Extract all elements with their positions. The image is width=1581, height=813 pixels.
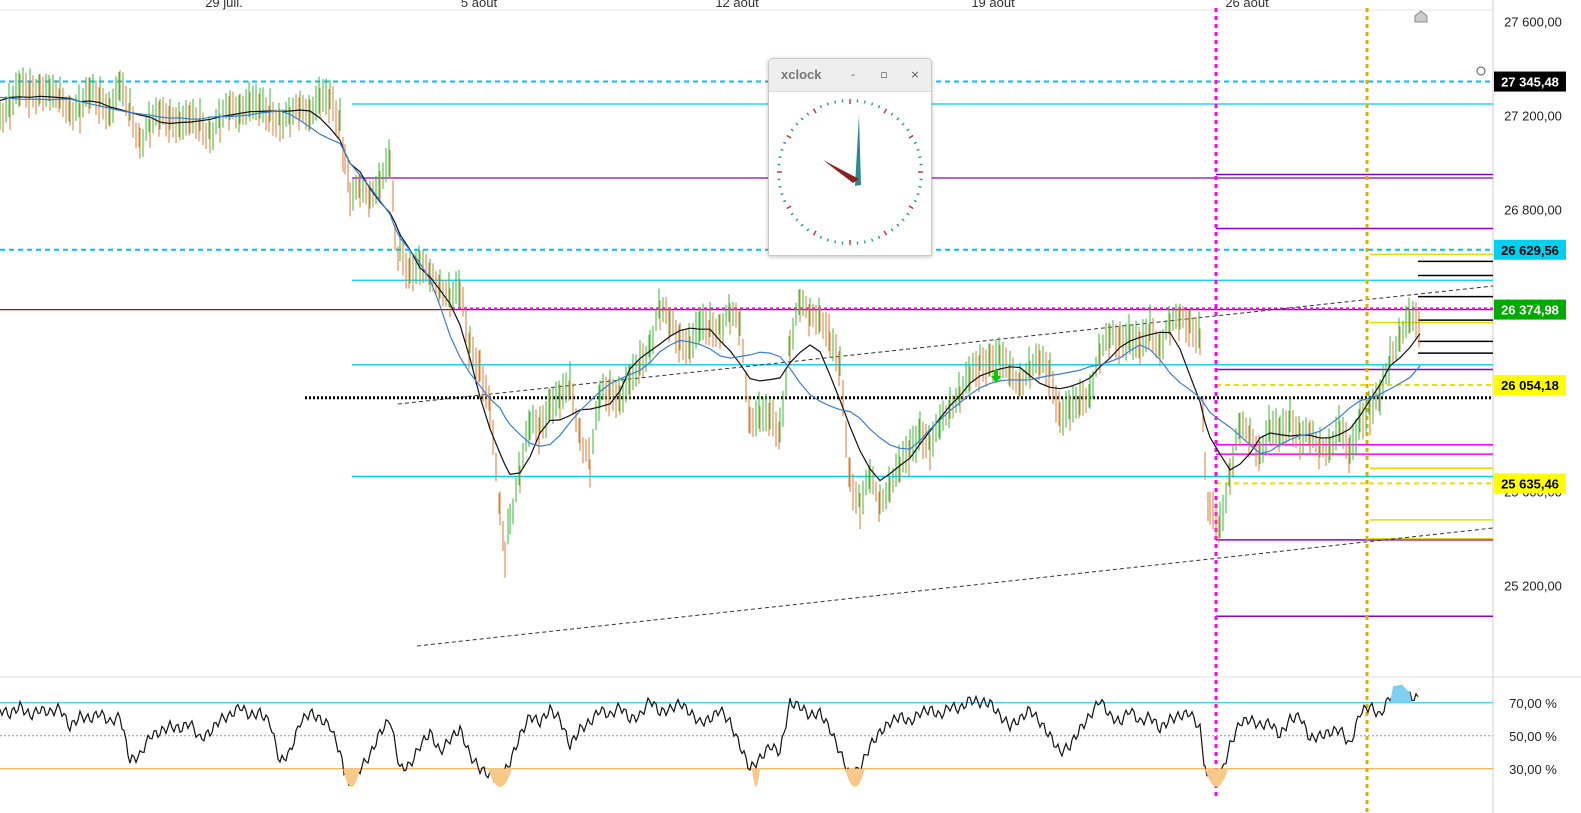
oscillator-panel [0, 684, 1493, 787]
clock-tick [778, 156, 782, 159]
clock-tick [795, 218, 799, 222]
home-icon[interactable] [1414, 10, 1428, 23]
clock-tick [870, 238, 874, 242]
osc-tick-1: 50,00 % [1509, 729, 1557, 744]
clock-tick [812, 230, 817, 236]
clock-tick [790, 128, 794, 132]
y-tick-0: 27 600,00 [1504, 15, 1562, 30]
clock-tick [896, 117, 900, 121]
price-badge-label-2: 26 374,98 [1501, 303, 1559, 318]
price-badge-label-4: 25 635,46 [1501, 476, 1559, 491]
clock-tick [795, 122, 799, 126]
x-label-4: 26 août [1225, 0, 1269, 10]
oversold-fill-0 [343, 768, 360, 787]
clock-tick [780, 192, 784, 196]
hour-hand [823, 160, 859, 183]
price-series [0, 10, 1486, 578]
window-title: xclock [781, 67, 822, 82]
clock-tick [806, 112, 810, 116]
ma-long [0, 96, 1421, 455]
price-badge-label-0: 27 345,48 [1501, 75, 1559, 90]
clock-tick [826, 102, 830, 106]
overbought-fill [1390, 684, 1412, 703]
price-badge-label-1: 26 629,56 [1501, 243, 1559, 258]
clock-tick [806, 228, 810, 232]
xclock-titlebar[interactable]: xclock - ▫ × [769, 59, 931, 92]
clock-tick [906, 128, 910, 132]
clock-tick [834, 100, 837, 104]
clock-tick [834, 240, 837, 244]
clock-tick [812, 108, 817, 114]
clock-tick [877, 235, 881, 239]
clock-tick [908, 134, 914, 139]
xclock-window[interactable]: xclock - ▫ × [768, 58, 932, 256]
upper-trendline[interactable] [397, 285, 1494, 405]
oversold-fill-1 [488, 768, 512, 787]
clock-ticks [777, 99, 923, 245]
clock-tick [890, 112, 894, 116]
y-axis: 27 600,0027 200,0026 800,0026 400,0025 6… [1504, 15, 1562, 777]
clock-tick [906, 212, 910, 216]
x-label-3: 19 août [971, 0, 1015, 10]
clock-tick [826, 238, 830, 242]
clock-tick [819, 105, 823, 109]
clock-tick [908, 205, 914, 210]
clock-tick [783, 199, 787, 203]
oversold-fill-2 [752, 768, 760, 787]
clock-tick [870, 102, 874, 106]
clock-tick [918, 156, 922, 159]
minute-hand [855, 115, 861, 186]
clock-tick [790, 212, 794, 216]
clock-tick [901, 122, 905, 126]
clock-tick [778, 185, 782, 188]
osc-tick-2: 30,00 % [1509, 762, 1557, 777]
clock-tick [786, 205, 792, 210]
x-axis-labels: 29 juil. 5 août 12 août 19 août 26 août [205, 0, 1269, 10]
clock-tick [916, 148, 920, 152]
y-tick-2: 26 800,00 [1504, 203, 1562, 218]
clock-tick [863, 100, 866, 104]
minimize-button[interactable]: - [845, 67, 861, 83]
maximize-button[interactable]: ▫ [876, 67, 892, 83]
clock-tick [883, 230, 888, 236]
close-button[interactable]: × [907, 67, 923, 83]
osc-tick-0: 70,00 % [1509, 696, 1557, 711]
clock-tick [783, 141, 787, 145]
x-label-2: 12 août [715, 0, 759, 10]
clock-tick [896, 223, 900, 227]
clock-tick [786, 134, 792, 139]
clock-tick [883, 108, 888, 114]
y-tick-1: 27 200,00 [1504, 109, 1562, 124]
clock-tick [918, 185, 922, 188]
price-badge-label-3: 26 054,18 [1501, 378, 1559, 393]
clock-tick [916, 192, 920, 196]
oversold-fill-4 [1205, 768, 1228, 787]
clock-tick [800, 117, 804, 121]
clock-tick [913, 141, 917, 145]
clock-tick [913, 199, 917, 203]
clock-tick [819, 235, 823, 239]
clock-face [777, 99, 923, 245]
x-label-0: 29 juil. [205, 0, 243, 10]
clock-tick [890, 228, 894, 232]
y-tick-5: 25 200,00 [1504, 579, 1562, 594]
lower-trendline[interactable] [416, 527, 1494, 647]
clock-tick [800, 223, 804, 227]
target-icon[interactable] [1476, 66, 1486, 76]
clock-tick [780, 148, 784, 152]
oversold-fill-3 [845, 768, 865, 787]
price-badges: 27 345,48 26 629,56 26 374,98 26 054,18 25 6… [1494, 71, 1566, 494]
clock-tick [877, 105, 881, 109]
clock-tick [863, 240, 866, 244]
ma-short [0, 95, 1421, 482]
clock-tick [901, 218, 905, 222]
x-label-1: 5 août [461, 0, 498, 10]
